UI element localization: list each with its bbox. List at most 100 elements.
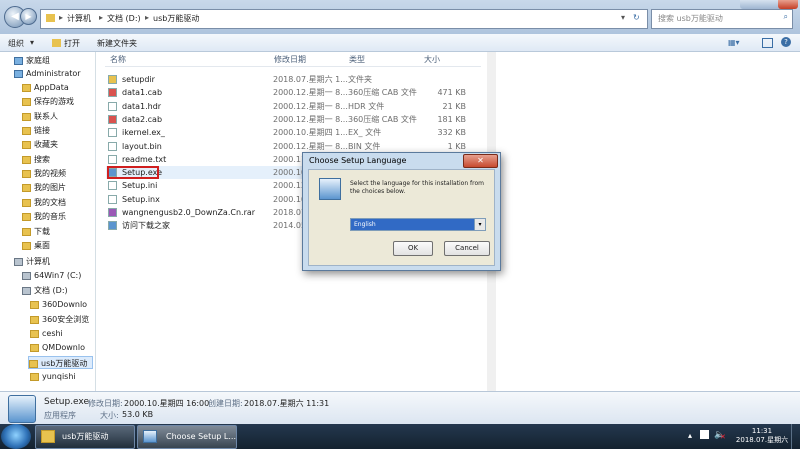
sidebar-item[interactable]: 链接 [22, 124, 50, 137]
column-header-type[interactable]: 类型 [349, 54, 365, 66]
breadcrumb-drive-d[interactable]: 文档 (D:) [107, 13, 141, 24]
flag-icon[interactable] [700, 430, 709, 439]
sidebar-item[interactable]: 我的音乐 [22, 210, 66, 223]
open-button[interactable]: 打开 [64, 38, 80, 49]
column-header-date[interactable]: 修改日期 [274, 54, 306, 66]
sidebar-item-label: 360Downlo [42, 300, 88, 309]
sidebar-item-label: ceshi [42, 329, 63, 338]
sidebar-item[interactable]: QMDownlo [30, 341, 85, 354]
file-name: Setup.ini [122, 181, 158, 190]
drive-icon [22, 286, 31, 295]
sidebar-item[interactable]: usb万能驱动 [28, 356, 93, 369]
tray-clock[interactable]: 11:31 2018.07.星期六 [727, 427, 797, 445]
sidebar-item[interactable]: 360安全浏览 [30, 313, 89, 326]
sidebar-item[interactable]: 联系人 [22, 110, 58, 123]
sidebar-item-label: 我的音乐 [34, 212, 66, 221]
file-icon [108, 128, 117, 137]
view-options-icon[interactable]: ▦▾ [728, 38, 740, 47]
organize-button[interactable]: 组织 [8, 38, 24, 49]
sidebar-item[interactable]: 64Win7 (C:) [22, 269, 81, 282]
file-type: 360压缩 CAB 文件 [348, 115, 417, 124]
open-icon [52, 39, 61, 47]
sidebar-item-label: 家庭组 [26, 56, 50, 65]
sidebar-item-label: 联系人 [34, 112, 58, 121]
file-icon [108, 115, 117, 124]
sidebar-item-label: AppData [34, 83, 69, 92]
navigation-pane: 家庭组 Administrator AppData 保存的游戏联系人链接 收藏夹搜索我的… [0, 52, 96, 391]
folder-icon [22, 155, 31, 164]
cancel-button[interactable]: Cancel [444, 241, 490, 256]
help-icon[interactable]: ? [781, 37, 791, 47]
details-modified-label: 修改日期: [88, 399, 123, 408]
sidebar-item[interactable]: 360Downlo [30, 298, 87, 311]
dialog-close-button[interactable]: ✕ [463, 154, 498, 168]
start-button[interactable] [1, 424, 31, 449]
clock-date: 2018.07.星期六 [735, 436, 789, 444]
breadcrumb-usb-folder[interactable]: usb万能驱动 [153, 13, 199, 24]
sidebar-item[interactable]: 桌面 [22, 239, 50, 252]
selected-language: English [354, 221, 376, 228]
dropdown-arrow-icon[interactable]: ▾ [621, 13, 625, 22]
tray-arrow-icon[interactable]: ▴ [688, 431, 692, 440]
file-row[interactable]: data1.cab 2000.12.星期一 8... 360压缩 CAB 文件 471… [106, 86, 480, 99]
file-date: 2000.12.星期一 8... [273, 88, 348, 97]
search-input[interactable]: 搜索 usb万能驱动 [658, 13, 723, 24]
folder-icon [22, 112, 31, 121]
file-row[interactable]: ikernel.ex_ 2000.10.星期四 1... EX_ 文件 332 KB [106, 126, 480, 139]
sidebar-item-label: QMDownlo [42, 343, 85, 352]
sidebar-item[interactable]: 下载 [22, 225, 50, 238]
folder-icon [22, 198, 31, 207]
column-header-name[interactable]: 名称 [110, 54, 126, 66]
folder-icon [22, 97, 31, 106]
sidebar-item[interactable]: 我的视频 [22, 167, 66, 180]
sidebar-item[interactable]: Administrator [14, 67, 81, 80]
search-icon[interactable]: ⌕ [784, 12, 788, 22]
file-icon [108, 195, 117, 204]
file-row[interactable]: data1.hdr 2000.12.星期一 8... HDR 文件 21 KB [106, 100, 480, 113]
file-size: 181 KB [437, 115, 466, 124]
file-name: data2.cab [122, 115, 163, 124]
breadcrumb-computer[interactable]: 计算机 [67, 13, 91, 24]
forward-button[interactable]: ▶ [20, 8, 37, 25]
preview-pane-icon[interactable] [762, 38, 773, 48]
file-type: EX_ 文件 [348, 128, 382, 137]
sidebar-item[interactable]: ceshi [30, 327, 63, 340]
show-desktop-button[interactable] [791, 424, 800, 449]
sidebar-item[interactable]: 我的文档 [22, 196, 66, 209]
sidebar-item[interactable]: 保存的游戏 [22, 95, 74, 108]
folder-icon [30, 329, 39, 338]
sidebar-item[interactable]: 搜索 [22, 153, 50, 166]
taskbar-explorer-button[interactable]: usb万能驱动 [35, 425, 135, 449]
sidebar-item-label: 64Win7 (C:) [34, 271, 82, 280]
close-window-button[interactable] [778, 0, 798, 9]
sidebar-item-label: usb万能驱动 [41, 359, 88, 368]
search-box[interactable]: 搜索 usb万能驱动 ⌕ [651, 9, 793, 29]
file-name: layout.bin [122, 142, 162, 151]
sidebar-item-label: 我的视频 [34, 169, 66, 178]
computer-icon [14, 257, 23, 266]
chevron-down-icon[interactable]: ▾ [474, 219, 485, 230]
folder-icon [30, 300, 39, 309]
address-bar[interactable]: ▸ 计算机 ▸ 文档 (D:) ▸ usb万能驱动 ▾ ↻ [40, 9, 648, 29]
file-row[interactable]: data2.cab 2000.12.星期一 8... 360压缩 CAB 文件 181… [106, 113, 480, 126]
sidebar-item[interactable]: 文档 (D:) [22, 284, 68, 297]
language-select[interactable]: English ▾ [350, 218, 486, 231]
sidebar-item[interactable]: yunqishi [30, 370, 76, 383]
file-row[interactable]: setupdir 2018.07.星期六 1... 文件夹 [106, 73, 480, 86]
folder-icon [30, 315, 39, 324]
sidebar-item[interactable]: 家庭组 [14, 54, 50, 67]
sidebar-item[interactable]: 收藏夹 [22, 138, 58, 151]
sidebar-item[interactable]: AppData [22, 81, 69, 94]
sidebar-item[interactable]: 计算机 [14, 255, 50, 268]
column-header-size[interactable]: 大小 [424, 54, 440, 66]
taskbar-setup-button[interactable]: Choose Setup L... [137, 425, 237, 449]
details-created-value: 2018.07.星期六 11:31 [244, 399, 330, 408]
new-folder-button[interactable]: 新建文件夹 [97, 38, 137, 49]
sidebar-item-label: 文档 (D:) [34, 286, 68, 295]
file-type: 360压缩 CAB 文件 [348, 88, 417, 97]
ok-button[interactable]: OK [393, 241, 433, 256]
file-icon [108, 181, 117, 190]
refresh-icon[interactable]: ↻ [633, 13, 640, 22]
header-divider [105, 66, 481, 67]
sidebar-item[interactable]: 我的图片 [22, 181, 66, 194]
